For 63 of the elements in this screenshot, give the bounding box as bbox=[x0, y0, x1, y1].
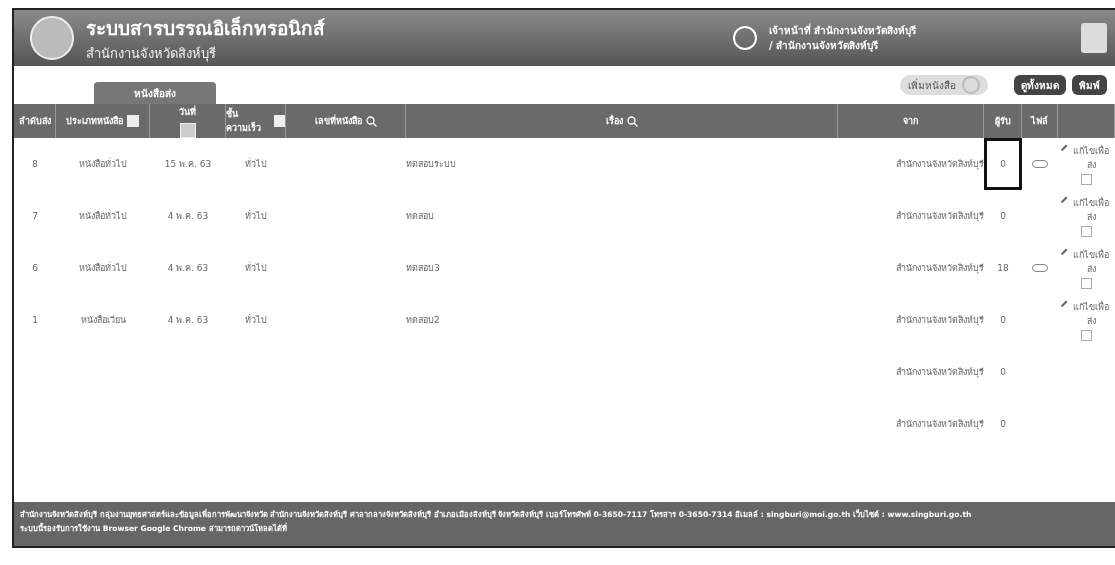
table-cell-text: ทดสอบ bbox=[406, 210, 434, 223]
pencil-icon bbox=[1060, 143, 1068, 152]
receivers-cell-text: 18 bbox=[996, 262, 1010, 275]
table-cell: ทั่วไป bbox=[245, 209, 267, 223]
table-cell-text: 4 พ.ค. 63 bbox=[167, 314, 209, 327]
toolbar-button[interactable]: พิมพ์ bbox=[1072, 75, 1107, 95]
column-header: เรื่อง bbox=[406, 104, 838, 138]
search-icon[interactable] bbox=[626, 115, 638, 127]
receivers-cell-text: 0 bbox=[999, 210, 1007, 223]
column-header: ลำดับส่ง bbox=[14, 104, 56, 138]
table-cell-text: สำนักงานจังหวัดสิงห์บุรี bbox=[896, 418, 984, 431]
column-header: จาก bbox=[838, 104, 984, 138]
table-cell-text: 15 พ.ค. 63 bbox=[164, 158, 212, 171]
table-cell-text: 4 พ.ค. 63 bbox=[167, 262, 209, 275]
app-title: ระบบสารบรรณอิเล็กทรอนิกส์ bbox=[86, 15, 326, 41]
table-cell: 8 bbox=[32, 159, 38, 169]
toolbar-button[interactable]: ดูทั้งหมด bbox=[1014, 75, 1066, 95]
edit-link[interactable]: แก้ไขเพื่อส่ง bbox=[1069, 143, 1113, 172]
table-cell-text: สำนักงานจังหวัดสิงห์บุรี bbox=[896, 314, 984, 327]
column-header: ประเภทหนังสือ bbox=[56, 104, 150, 138]
table-cell-text: สำนักงานจังหวัดสิงห์บุรี bbox=[896, 366, 984, 379]
user-office: / สำนักงานจังหวัดสิงห์บุรี bbox=[769, 39, 880, 53]
table-cell-text: หนังสือเวียน bbox=[80, 314, 126, 327]
edit-link[interactable]: แก้ไขเพื่อส่ง bbox=[1069, 195, 1113, 224]
column-header: ชั้นความเร็ว bbox=[226, 104, 286, 138]
pencil-icon bbox=[1060, 247, 1068, 256]
column-header: ไฟล์ bbox=[1022, 104, 1058, 138]
table-cell-text: สำนักงานจังหวัดสิงห์บุรี bbox=[896, 210, 984, 223]
pencil-icon bbox=[1060, 299, 1068, 308]
table-cell-text: สำนักงานจังหวัดสิงห์บุรี bbox=[896, 158, 984, 171]
column-header: เลขที่หนังสือ bbox=[286, 104, 406, 138]
table-cell: 7 bbox=[32, 211, 38, 221]
table-cell: 1 bbox=[32, 315, 38, 325]
table-cell-text: 4 พ.ค. 63 bbox=[167, 210, 209, 223]
emblem-logo bbox=[30, 16, 74, 60]
receivers-cell-text: 0 bbox=[999, 366, 1007, 379]
edit-link[interactable]: แก้ไขเพื่อส่ง bbox=[1069, 247, 1113, 276]
table-cell: หนังสือทั่วไป bbox=[79, 157, 127, 171]
user-name: เจ้าหน้าที่ สำนักงานจังหวัดสิงห์บุรี bbox=[769, 23, 918, 38]
edit-link[interactable]: แก้ไขเพื่อส่ง bbox=[1069, 299, 1113, 328]
column-header: วันที่ bbox=[150, 104, 226, 138]
table-cell: ทั่วไป bbox=[245, 157, 267, 171]
table-cell: ทั่วไป bbox=[245, 313, 267, 327]
column-header bbox=[1058, 104, 1115, 138]
table-cell: หนังสือทั่วไป bbox=[79, 209, 127, 223]
table-cell-text: สำนักงานจังหวัดสิงห์บุรี bbox=[896, 262, 984, 275]
table-cell: หนังสือทั่วไป bbox=[79, 261, 127, 275]
column-header: ผู้รับ bbox=[984, 104, 1022, 138]
receivers-cell: 0 bbox=[984, 138, 1022, 190]
dropdown-icon[interactable] bbox=[273, 115, 285, 127]
user-icon bbox=[733, 26, 757, 50]
search-icon[interactable] bbox=[365, 115, 377, 127]
table-cell: ทั่วไป bbox=[245, 261, 267, 275]
table-cell-text: ทดสอบ2 bbox=[406, 314, 440, 327]
tab[interactable]: หนังสือส่ง bbox=[94, 82, 216, 104]
app-subtitle: สำนักงานจังหวัดสิงห์บุรี bbox=[86, 44, 217, 64]
table-cell-text: ทดสอบระบบ bbox=[406, 158, 456, 171]
table-cell: 6 bbox=[32, 263, 38, 273]
calendar-icon[interactable] bbox=[179, 122, 196, 138]
receivers-cell-text: 0 bbox=[999, 418, 1007, 431]
pencil-icon bbox=[1060, 195, 1068, 204]
table-cell-text: ทดสอบ3 bbox=[406, 262, 440, 275]
receivers-cell-text: 0 bbox=[999, 314, 1007, 327]
